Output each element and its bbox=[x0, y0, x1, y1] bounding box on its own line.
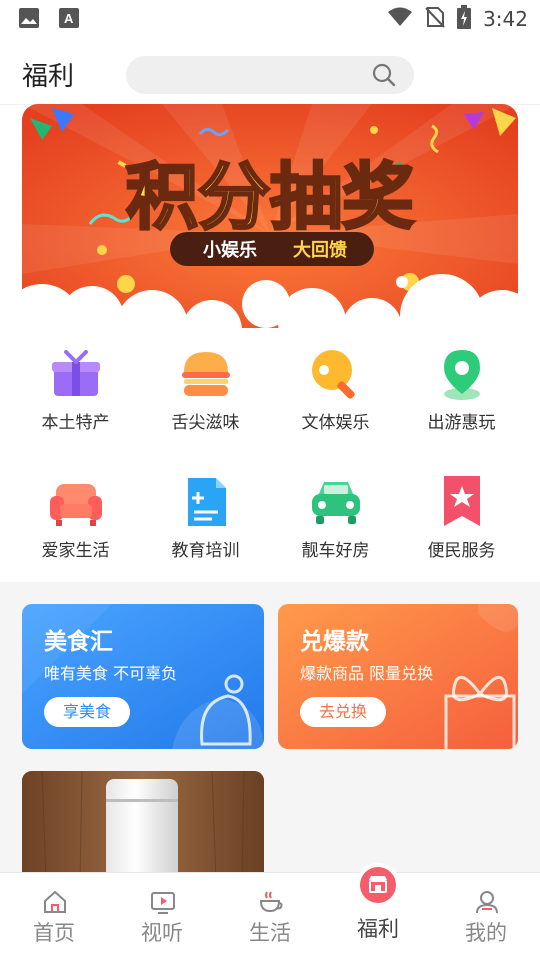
search-input[interactable] bbox=[126, 56, 414, 94]
food-promo-card[interactable]: 美食汇 唯有美食 不可辜负 享美食 bbox=[22, 604, 264, 749]
tab-video[interactable]: 视听 bbox=[108, 873, 216, 961]
category-label: 舌尖滋味 bbox=[171, 413, 240, 433]
burger-icon bbox=[178, 346, 234, 402]
sofa-icon bbox=[48, 474, 104, 530]
tab-label: 首页 bbox=[33, 921, 75, 945]
category-label: 出游惠玩 bbox=[427, 413, 496, 433]
svg-text:A: A bbox=[64, 11, 74, 26]
car-icon bbox=[308, 474, 364, 530]
clock: 3:42 bbox=[483, 7, 528, 31]
ping-pong-icon bbox=[308, 346, 364, 402]
document-icon bbox=[178, 474, 234, 530]
category-grid: 本土特产 舌尖滋味 文体娱乐 出游惠玩 爱家生活 教育培训 靓车好房 便民服务 bbox=[0, 336, 540, 574]
category-label: 本土特产 bbox=[41, 413, 110, 433]
search-icon[interactable] bbox=[372, 63, 396, 91]
tab-label: 我的 bbox=[465, 921, 507, 945]
video-icon bbox=[150, 889, 176, 915]
enjoy-food-button[interactable]: 享美食 bbox=[44, 697, 130, 727]
banner-tag-right: 大回馈 bbox=[293, 239, 347, 261]
tab-label: 生活 bbox=[249, 921, 291, 945]
category-item[interactable]: 教育培训 bbox=[138, 464, 273, 576]
tab-mine[interactable]: 我的 bbox=[432, 873, 540, 961]
font-notification-icon: A bbox=[58, 7, 80, 33]
header: 福利 bbox=[0, 36, 540, 105]
tab-home[interactable]: 首页 bbox=[0, 873, 108, 961]
tab-label: 福利 bbox=[357, 917, 399, 941]
status-bar: A 3:42 bbox=[0, 0, 540, 36]
category-item[interactable]: 出游惠玩 bbox=[394, 336, 529, 448]
category-item[interactable]: 文体娱乐 bbox=[268, 336, 403, 448]
bookmark-star-icon bbox=[434, 474, 490, 530]
go-redeem-button[interactable]: 去兑换 bbox=[300, 697, 386, 727]
location-pin-icon bbox=[434, 346, 490, 402]
coffee-icon bbox=[258, 889, 284, 915]
category-label: 文体娱乐 bbox=[301, 413, 370, 433]
banner-tag-left: 小娱乐 bbox=[203, 239, 257, 261]
bottom-nav: 首页 视听 生活 福利 我的 bbox=[0, 867, 540, 961]
image-notification-icon bbox=[18, 7, 40, 33]
wifi-icon bbox=[387, 6, 413, 32]
home-icon bbox=[42, 889, 68, 915]
category-item[interactable]: 便民服务 bbox=[394, 464, 529, 576]
category-label: 教育培训 bbox=[171, 541, 240, 561]
tab-welfare[interactable]: 福利 bbox=[324, 867, 432, 961]
banner-headline: 积分抽奖 bbox=[126, 155, 414, 239]
category-label: 爱家生活 bbox=[41, 541, 110, 561]
no-sim-icon bbox=[425, 6, 445, 32]
gift-icon bbox=[48, 346, 104, 402]
card-subtitle: 唯有美食 不可辜负 bbox=[44, 664, 178, 683]
redeem-promo-card[interactable]: 兑爆款 爆款商品 限量兑换 去兑换 bbox=[278, 604, 518, 749]
category-label: 便民服务 bbox=[427, 541, 496, 561]
category-item[interactable]: 本土特产 bbox=[8, 336, 143, 448]
tab-life[interactable]: 生活 bbox=[216, 873, 324, 961]
shop-icon bbox=[360, 867, 396, 903]
product-image[interactable] bbox=[22, 771, 264, 881]
promo-banner[interactable]: 积分抽奖 小娱乐 大回馈 bbox=[22, 104, 518, 328]
card-title: 美食汇 bbox=[44, 629, 113, 655]
card-title: 兑爆款 bbox=[300, 629, 369, 655]
page-title: 福利 bbox=[22, 62, 75, 92]
battery-charging-icon bbox=[457, 5, 472, 33]
tab-label: 视听 bbox=[141, 921, 183, 945]
category-item[interactable]: 靓车好房 bbox=[268, 464, 403, 576]
category-label: 靓车好房 bbox=[301, 541, 370, 561]
category-item[interactable]: 爱家生活 bbox=[8, 464, 143, 576]
category-item[interactable]: 舌尖滋味 bbox=[138, 336, 273, 448]
user-icon bbox=[474, 889, 500, 915]
card-subtitle: 爆款商品 限量兑换 bbox=[300, 664, 434, 683]
